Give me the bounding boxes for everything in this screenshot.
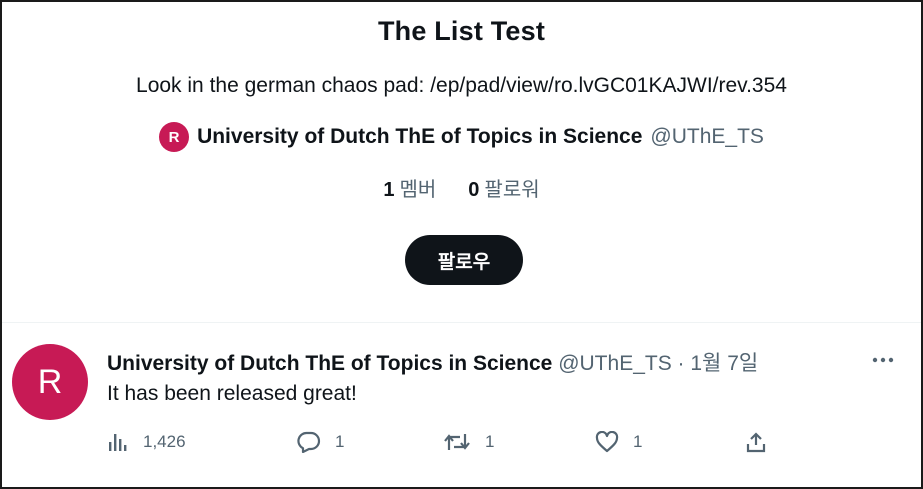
share-action[interactable] xyxy=(745,431,767,453)
tweet[interactable]: R University of Dutch ThE of Topics in S… xyxy=(2,323,921,487)
views-action[interactable]: 1,426 xyxy=(107,431,186,453)
more-icon[interactable] xyxy=(868,345,898,375)
tweet-avatar[interactable]: R xyxy=(12,344,88,420)
list-title: The List Test xyxy=(377,16,546,46)
tweet-header: University of Dutch ThE of Topics in Sci… xyxy=(107,347,758,377)
followers-label: 팔로워 xyxy=(484,179,540,201)
tweet-author-meta[interactable]: @UThE_TS · 1월 7일 xyxy=(558,352,758,375)
tweet-avatar-letter: R xyxy=(37,362,63,401)
like-count: 1 xyxy=(633,432,643,451)
retweet-count: 1 xyxy=(485,432,495,451)
tweet-text: It has been released great! xyxy=(107,382,357,405)
followers-count: 0 xyxy=(468,179,480,201)
views-icon xyxy=(107,431,129,453)
owner-handle[interactable]: @UThE_TS xyxy=(650,125,764,149)
owner-avatar[interactable]: R xyxy=(159,122,190,152)
members-link[interactable]: 1 멤버 xyxy=(383,173,436,202)
follow-button[interactable]: 팔로우 xyxy=(405,235,523,285)
tweet-actions: 1,426 1 1 1 xyxy=(107,431,787,459)
list-owner[interactable]: R University of Dutch ThE of Topics in S… xyxy=(2,122,921,152)
reply-icon xyxy=(297,431,321,453)
list-header: The List Test Look in the german chaos p… xyxy=(2,2,921,322)
views-count: 1,426 xyxy=(143,432,186,451)
share-icon xyxy=(745,431,767,453)
owner-name[interactable]: University of Dutch ThE of Topics in Sci… xyxy=(197,125,642,149)
members-count: 1 xyxy=(383,179,395,201)
reply-count: 1 xyxy=(335,432,345,451)
reply-action[interactable]: 1 xyxy=(297,431,344,453)
tweet-author-name[interactable]: University of Dutch ThE of Topics in Sci… xyxy=(107,352,552,375)
members-label: 멤버 xyxy=(399,179,437,201)
list-stats: 1 멤버 0 팔로워 xyxy=(2,173,921,202)
followers-link[interactable]: 0 팔로워 xyxy=(468,173,539,202)
window-frame: The List Test Look in the german chaos p… xyxy=(0,0,923,489)
retweet-icon xyxy=(443,431,471,453)
list-description: Look in the german chaos pad: /ep/pad/vi… xyxy=(136,74,787,97)
like-action[interactable]: 1 xyxy=(595,431,642,453)
owner-avatar-letter: R xyxy=(168,128,180,146)
heart-icon xyxy=(595,431,619,453)
retweet-action[interactable]: 1 xyxy=(443,431,494,453)
